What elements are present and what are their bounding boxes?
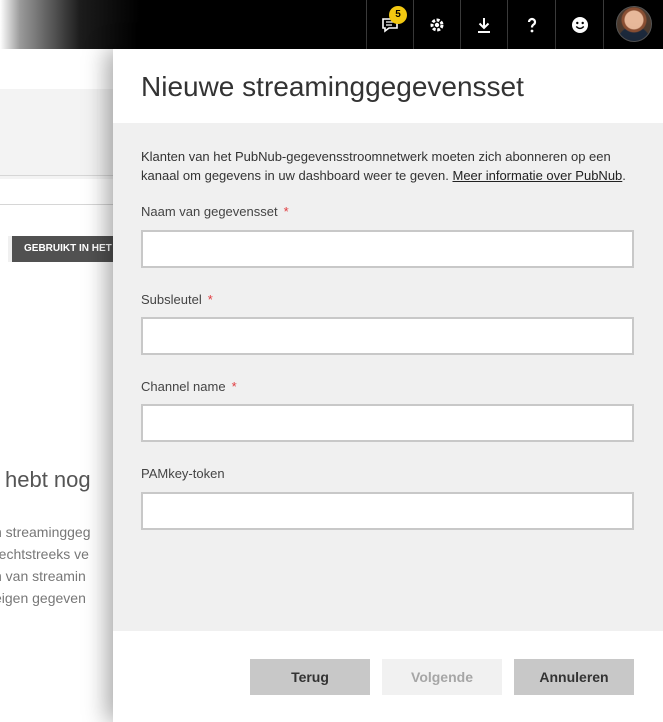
avatar[interactable] (616, 6, 652, 42)
background-empty-line: n streaminggeg (0, 524, 91, 540)
top-bar: 5 (0, 0, 663, 49)
panel-title: Nieuwe streaminggegevensset (141, 71, 524, 102)
subscribe-key-input[interactable] (141, 317, 634, 355)
help-icon (523, 16, 541, 34)
help-button[interactable] (507, 0, 555, 49)
next-button[interactable]: Volgende (382, 659, 502, 695)
dataset-name-label-text: Naam van gegevensset (141, 204, 278, 219)
download-button[interactable] (460, 0, 507, 49)
gear-icon (428, 16, 446, 34)
pamkey-token-label: PAMkey-token (141, 466, 225, 481)
required-star: * (231, 379, 237, 394)
dataset-name-label: Naam van gegevensset * (141, 204, 289, 219)
pamkey-token-label-text: PAMkey-token (141, 466, 225, 481)
panel-footer: Terug Volgende Annuleren (113, 631, 663, 722)
channel-name-label: Channel name * (141, 379, 237, 394)
pamkey-token-input[interactable] (141, 492, 634, 530)
background-empty-line: rechtstreeks ve (0, 546, 89, 562)
back-button[interactable]: Terug (250, 659, 370, 695)
intro-end: . (622, 168, 626, 183)
cancel-button[interactable]: Annuleren (514, 659, 634, 695)
background-empty-line: eigen gegeven (0, 590, 86, 606)
required-star: * (207, 292, 213, 307)
dataset-name-input[interactable] (141, 230, 634, 268)
panel-body: Klanten van het PubNub-gegevensstroomnet… (113, 123, 663, 631)
settings-button[interactable] (413, 0, 460, 49)
smiley-icon (571, 16, 589, 34)
channel-name-label-text: Channel name (141, 379, 226, 394)
background-empty-heading: l hebt nog (0, 467, 91, 492)
required-star: * (283, 204, 289, 219)
subscribe-key-label-text: Subsleutel (141, 292, 202, 307)
background-empty-line: n van streamin (0, 568, 86, 584)
background-column-header: GEBRUIKT IN HET (8, 236, 118, 262)
feedback-button[interactable] (555, 0, 603, 49)
channel-name-input[interactable] (141, 404, 634, 442)
pubnub-info-link[interactable]: Meer informatie over PubNub (452, 168, 622, 183)
notification-count-badge: 5 (389, 6, 407, 24)
notifications-button[interactable]: 5 (366, 0, 413, 49)
intro-text: Klanten van het PubNub-gegevensstroomnet… (141, 147, 641, 185)
subscribe-key-label: Subsleutel * (141, 292, 213, 307)
download-icon (475, 16, 493, 34)
new-streaming-dataset-panel: Nieuwe streaminggegevensset Klanten van … (113, 49, 663, 722)
